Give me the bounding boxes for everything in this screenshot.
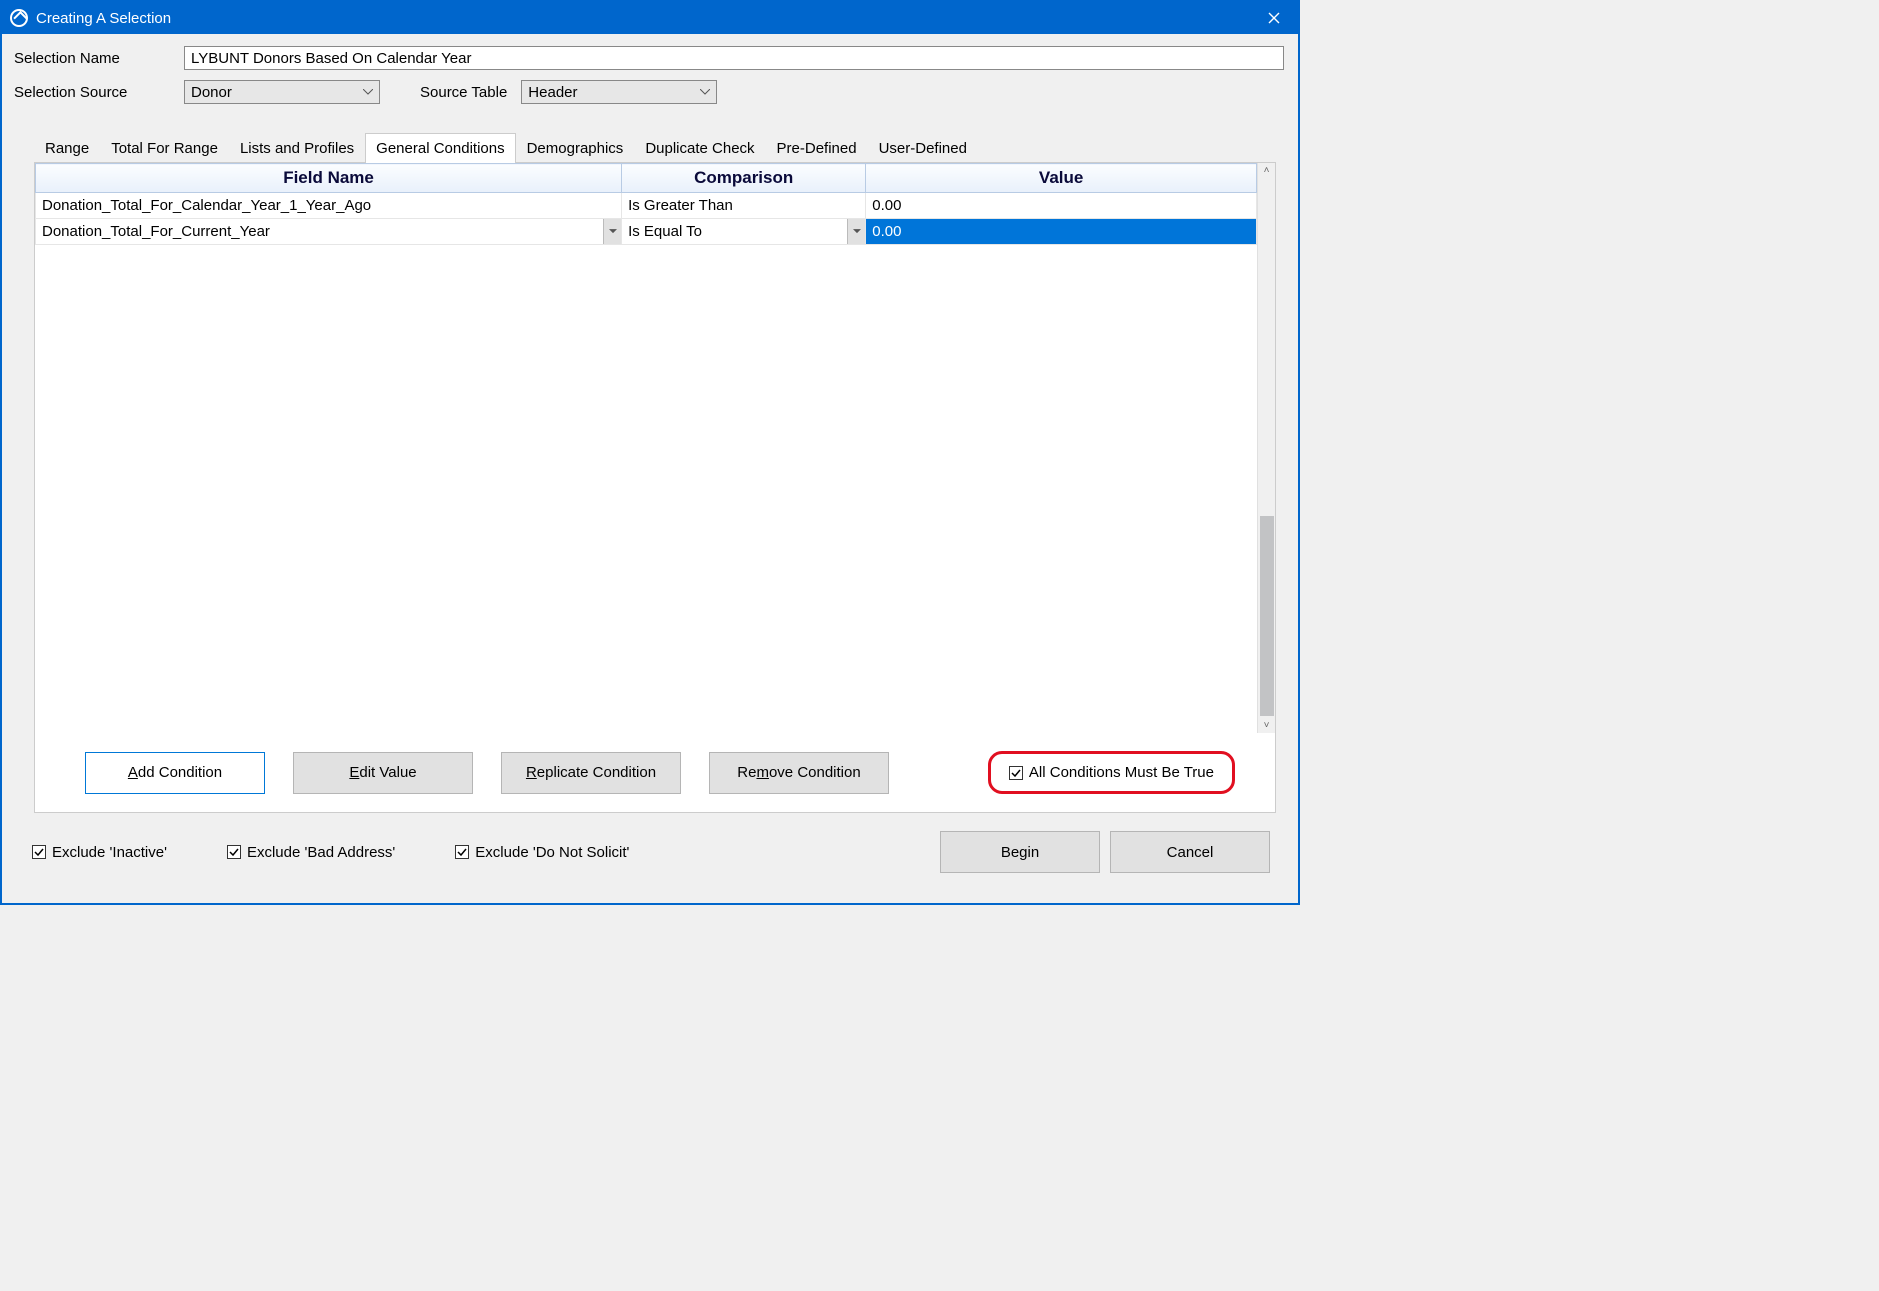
window-title: Creating A Selection: [36, 10, 1254, 27]
cell-field[interactable]: Donation_Total_For_Current_Year: [36, 219, 622, 245]
check-icon: [34, 847, 44, 857]
check-icon: [1011, 768, 1021, 778]
app-icon: [10, 9, 28, 27]
selection-name-input[interactable]: [184, 46, 1284, 70]
row-selection-source: Selection Source Donor Source Table Head…: [14, 80, 1286, 104]
all-conditions-label: All Conditions Must Be True: [1029, 764, 1214, 781]
tab-user-defined[interactable]: User-Defined: [868, 133, 978, 163]
cell-field-text: Donation_Total_For_Current_Year: [42, 223, 270, 240]
add-condition-button[interactable]: Add Condition: [85, 752, 265, 794]
tab-lists-and-profiles[interactable]: Lists and Profiles: [229, 133, 365, 163]
table-row[interactable]: Donation_Total_For_Calendar_Year_1_Year_…: [36, 193, 1257, 219]
exclude-inactive-checkbox[interactable]: Exclude 'Inactive': [32, 844, 167, 861]
table-row[interactable]: Donation_Total_For_Current_Year Is Equal…: [36, 219, 1257, 245]
scroll-down-arrow[interactable]: ˅: [1264, 720, 1270, 731]
row-selection-name: Selection Name: [14, 46, 1286, 70]
cell-field[interactable]: Donation_Total_For_Calendar_Year_1_Year_…: [36, 193, 622, 219]
col-header-comparison[interactable]: Comparison: [622, 164, 866, 193]
chevron-down-icon: [363, 89, 373, 95]
edit-value-button[interactable]: Edit Value: [293, 752, 473, 794]
tab-panel-general-conditions: Field Name Comparison Value Donation_Tot…: [34, 163, 1276, 813]
check-icon: [457, 847, 467, 857]
cell-comparison[interactable]: Is Equal To: [622, 219, 866, 245]
all-conditions-callout: All Conditions Must Be True: [988, 751, 1235, 794]
dialog-window: Creating A Selection Selection Name Sele…: [0, 0, 1300, 905]
cell-field-dropdown[interactable]: [603, 219, 621, 244]
vertical-scrollbar[interactable]: ˄ ˅: [1257, 163, 1275, 733]
conditions-table: Field Name Comparison Value Donation_Tot…: [35, 163, 1257, 245]
conditions-grid-wrap: Field Name Comparison Value Donation_Tot…: [35, 163, 1275, 733]
titlebar: Creating A Selection: [2, 2, 1298, 34]
selection-source-label: Selection Source: [14, 84, 184, 101]
tabs-row: Range Total For Range Lists and Profiles…: [34, 132, 1276, 163]
footer-row: Exclude 'Inactive' Exclude 'Bad Address'…: [14, 813, 1286, 891]
col-header-value[interactable]: Value: [866, 164, 1257, 193]
selection-source-select[interactable]: Donor: [184, 80, 380, 104]
exclude-dns-checkbox[interactable]: Exclude 'Do Not Solicit': [455, 844, 629, 861]
begin-button[interactable]: Begin: [940, 831, 1100, 873]
scrollbar-thumb[interactable]: [1260, 516, 1274, 716]
check-icon: [229, 847, 239, 857]
tab-demographics[interactable]: Demographics: [516, 133, 635, 163]
chevron-down-icon: [609, 229, 617, 234]
cell-value[interactable]: 0.00: [866, 219, 1257, 245]
checkbox-box: [455, 845, 469, 859]
all-conditions-checkbox[interactable]: All Conditions Must Be True: [1009, 764, 1214, 781]
exclude-bad-address-label: Exclude 'Bad Address': [247, 844, 395, 861]
exclude-inactive-label: Exclude 'Inactive': [52, 844, 167, 861]
tab-duplicate-check[interactable]: Duplicate Check: [634, 133, 765, 163]
close-icon: [1268, 12, 1280, 24]
source-table-select[interactable]: Header: [521, 80, 717, 104]
dialog-body: Selection Name Selection Source Donor So…: [2, 34, 1298, 903]
scrollbar-track[interactable]: [1260, 180, 1274, 716]
tab-pre-defined[interactable]: Pre-Defined: [766, 133, 868, 163]
col-header-field[interactable]: Field Name: [36, 164, 622, 193]
footer-buttons: Begin Cancel: [940, 831, 1270, 873]
chevron-down-icon: [700, 89, 710, 95]
conditions-buttons-row: Add Condition Edit Value Replicate Condi…: [35, 733, 1275, 812]
exclude-bad-address-checkbox[interactable]: Exclude 'Bad Address': [227, 844, 395, 861]
close-button[interactable]: [1254, 2, 1294, 34]
remove-condition-button[interactable]: Remove Condition: [709, 752, 889, 794]
tab-total-for-range[interactable]: Total For Range: [100, 133, 229, 163]
cell-comparison-dropdown[interactable]: [847, 219, 865, 244]
tab-range[interactable]: Range: [34, 133, 100, 163]
exclude-dns-label: Exclude 'Do Not Solicit': [475, 844, 629, 861]
source-table-value: Header: [528, 84, 577, 101]
checkbox-box: [1009, 766, 1023, 780]
cancel-button[interactable]: Cancel: [1110, 831, 1270, 873]
checkbox-box: [227, 845, 241, 859]
scroll-up-arrow[interactable]: ˄: [1264, 165, 1270, 176]
replicate-condition-button[interactable]: Replicate Condition: [501, 752, 681, 794]
cell-comparison-text: Is Equal To: [628, 223, 702, 240]
source-table-label: Source Table: [420, 84, 507, 101]
selection-source-value: Donor: [191, 84, 232, 101]
selection-name-label: Selection Name: [14, 50, 184, 67]
cell-value[interactable]: 0.00: [866, 193, 1257, 219]
tab-general-conditions[interactable]: General Conditions: [365, 133, 515, 163]
cell-comparison[interactable]: Is Greater Than: [622, 193, 866, 219]
conditions-grid: Field Name Comparison Value Donation_Tot…: [35, 163, 1257, 733]
checkbox-box: [32, 845, 46, 859]
chevron-down-icon: [853, 229, 861, 234]
